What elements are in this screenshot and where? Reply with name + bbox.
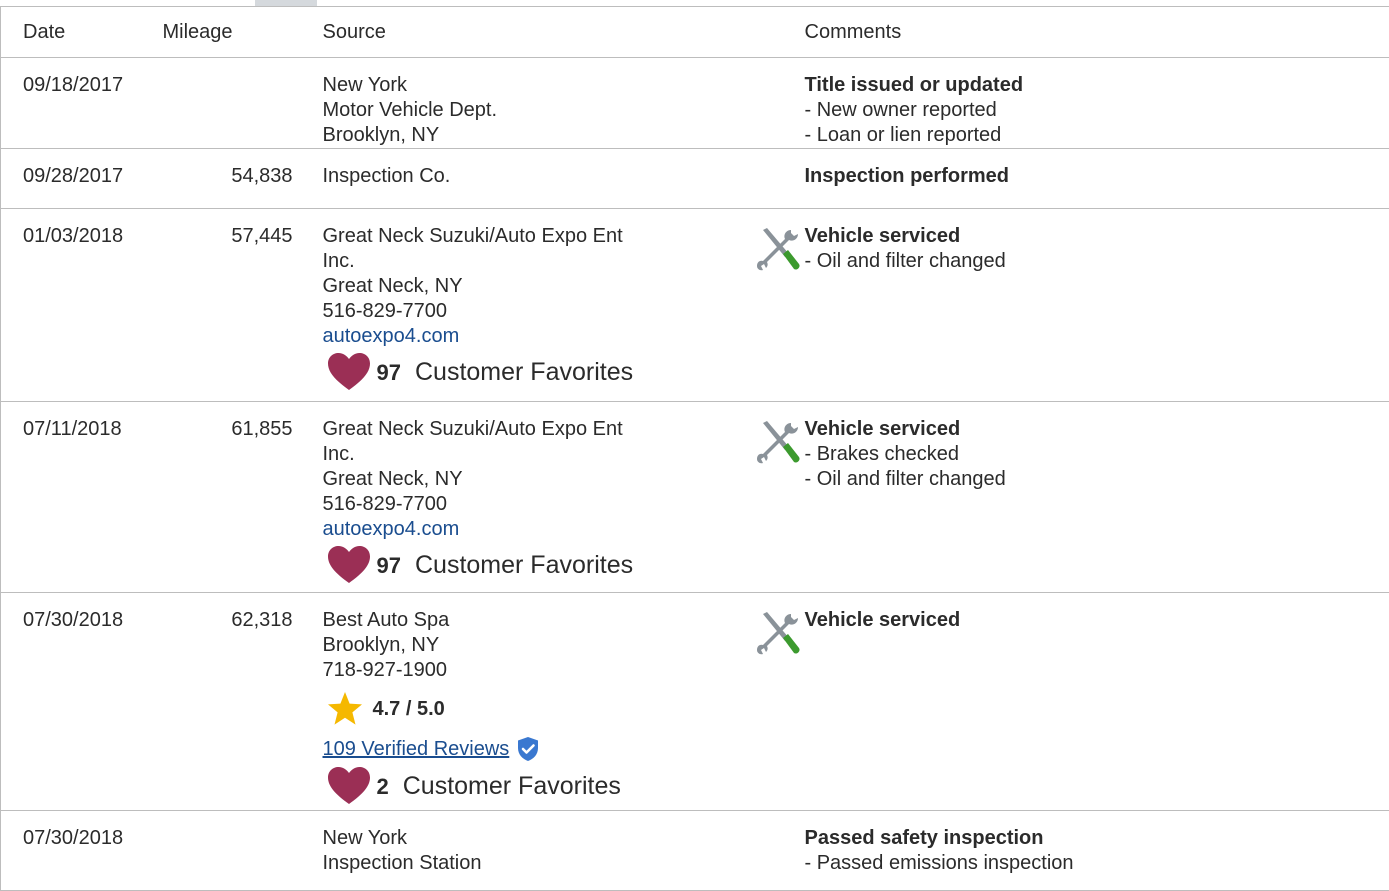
column-header-date: Date (1, 7, 161, 58)
row-date: 07/30/2018 (1, 811, 161, 891)
row-mileage: 54,838 (161, 149, 323, 209)
wrench-screwdriver-icon (753, 417, 805, 469)
comment-detail: - Oil and filter changed (805, 249, 1006, 274)
rating-value: 4.7 / 5.0 (373, 697, 445, 722)
row-comments: Inspection performed (805, 149, 1389, 209)
verified-shield-icon (515, 736, 541, 762)
source-name: New York (323, 73, 805, 98)
row-comments: Vehicle serviced - Oil and filter change… (805, 209, 1389, 402)
heart-icon (327, 352, 371, 392)
comment-detail: - Oil and filter changed (805, 467, 1006, 492)
row-source: Best Auto Spa Brooklyn, NY 718-927-1900 … (323, 593, 805, 811)
source-city: Great Neck, NY (323, 467, 805, 492)
source-line2: Inspection Station (323, 851, 805, 876)
source-city: Great Neck, NY (323, 274, 805, 299)
row-source: Great Neck Suzuki/Auto Expo Ent Inc. Gre… (323, 402, 805, 593)
customer-favorites: 97 Customer Favorites (323, 545, 805, 585)
heart-icon (327, 545, 371, 585)
row-date: 09/28/2017 (1, 149, 161, 209)
column-header-comments: Comments (805, 7, 1389, 58)
heart-icon (327, 766, 371, 806)
row-mileage: 61,855 (161, 402, 323, 593)
wrench-screwdriver-icon (753, 608, 805, 660)
vehicle-history-table: Date Mileage Source Comments 09/18/2017 … (0, 0, 1389, 890)
source-phone: 516-829-7700 (323, 492, 805, 517)
history-table: Date Mileage Source Comments 09/18/2017 … (0, 6, 1389, 891)
comment-detail: - New owner reported (805, 98, 1389, 123)
row-date: 09/18/2017 (1, 58, 161, 149)
source-website-link[interactable]: autoexpo4.com (323, 324, 805, 349)
comment-headline: Vehicle serviced (805, 608, 961, 633)
table-row: 07/11/2018 61,855 Great Neck Suzuki/Auto… (1, 402, 1389, 593)
comment-headline: Vehicle serviced (805, 417, 1006, 442)
source-line2: Motor Vehicle Dept. (323, 98, 805, 123)
comment-detail: - Passed emissions inspection (805, 851, 1389, 876)
favorites-label: Customer Favorites (403, 774, 621, 799)
source-phone: 718-927-1900 (323, 658, 805, 683)
table-row: 07/30/2018 62,318 Best Auto Spa Brooklyn… (1, 593, 1389, 811)
favorites-label: Customer Favorites (415, 360, 633, 385)
comment-detail: - Loan or lien reported (805, 123, 1389, 148)
table-row: 09/18/2017 New York Motor Vehicle Dept. … (1, 58, 1389, 149)
row-mileage: 62,318 (161, 593, 323, 811)
source-line2: Inc. (323, 442, 805, 467)
row-comments: Vehicle serviced (805, 593, 1389, 811)
source-name: Great Neck Suzuki/Auto Expo Ent (323, 224, 805, 249)
source-line2: Inc. (323, 249, 805, 274)
row-source: New York Inspection Station (323, 811, 805, 891)
row-mileage: 57,445 (161, 209, 323, 402)
row-comments: Passed safety inspection - Passed emissi… (805, 811, 1389, 891)
row-mileage (161, 58, 323, 149)
source-city: Brooklyn, NY (323, 123, 805, 148)
comment-headline: Title issued or updated (805, 73, 1389, 98)
row-comments: Title issued or updated - New owner repo… (805, 58, 1389, 149)
customer-favorites: 97 Customer Favorites (323, 352, 805, 392)
row-source: New York Motor Vehicle Dept. Brooklyn, N… (323, 58, 805, 149)
shop-rating: 4.7 / 5.0 (323, 691, 805, 727)
source-phone: 516-829-7700 (323, 299, 805, 324)
source-website-link[interactable]: autoexpo4.com (323, 517, 805, 542)
row-source: Inspection Co. (323, 149, 805, 209)
row-mileage (161, 811, 323, 891)
verified-reviews-link[interactable]: 109 Verified Reviews (323, 737, 510, 762)
favorites-count: 97 (377, 553, 401, 578)
customer-favorites: 2 Customer Favorites (323, 766, 805, 806)
column-header-source: Source (323, 7, 805, 58)
comment-headline: Passed safety inspection (805, 826, 1389, 851)
table-row: 01/03/2018 57,445 Great Neck Suzuki/Auto… (1, 209, 1389, 402)
wrench-screwdriver-icon (753, 224, 805, 276)
verified-reviews: 109 Verified Reviews (323, 735, 805, 763)
favorites-count: 2 (377, 774, 389, 799)
favorites-count: 97 (377, 360, 401, 385)
row-date: 07/30/2018 (1, 593, 161, 811)
comment-detail: - Brakes checked (805, 442, 1006, 467)
row-source: Great Neck Suzuki/Auto Expo Ent Inc. Gre… (323, 209, 805, 402)
source-name: New York (323, 826, 805, 851)
comment-headline: Vehicle serviced (805, 224, 1006, 249)
column-header-mileage: Mileage (161, 7, 323, 58)
source-name: Best Auto Spa (323, 608, 805, 633)
comment-headline: Inspection performed (805, 164, 1389, 189)
source-name: Great Neck Suzuki/Auto Expo Ent (323, 417, 805, 442)
star-icon (327, 691, 363, 727)
row-comments: Vehicle serviced - Brakes checked - Oil … (805, 402, 1389, 593)
source-city: Brooklyn, NY (323, 633, 805, 658)
source-name: Inspection Co. (323, 164, 805, 189)
row-date: 01/03/2018 (1, 209, 161, 402)
header-row: Date Mileage Source Comments (1, 7, 1389, 58)
table-row: 09/28/2017 54,838 Inspection Co. Inspect… (1, 149, 1389, 209)
favorites-label: Customer Favorites (415, 553, 633, 578)
row-date: 07/11/2018 (1, 402, 161, 593)
table-row: 07/30/2018 New York Inspection Station P… (1, 811, 1389, 891)
